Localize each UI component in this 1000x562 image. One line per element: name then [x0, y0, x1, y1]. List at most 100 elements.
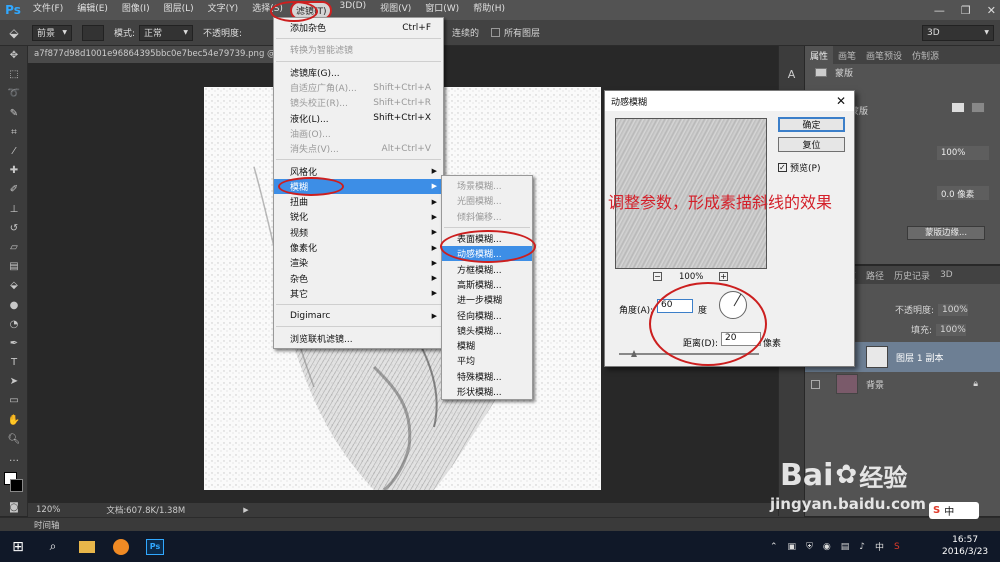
search-icon[interactable]: ⌕ — [36, 539, 70, 554]
blur-submenu-item[interactable]: 平均 — [442, 353, 532, 368]
tab-brush[interactable]: 画笔 — [833, 49, 861, 62]
windows-start-icon[interactable]: ⊞ — [0, 539, 36, 555]
clone-stamp-tool-icon[interactable]: ⊥ — [0, 200, 28, 219]
tray-app2-icon[interactable]: ◉ — [823, 542, 831, 552]
volume-icon[interactable]: ♪ — [859, 542, 865, 552]
tab-history[interactable]: 历史记录 — [889, 269, 935, 282]
blur-submenu-item[interactable]: 场景模糊... — [442, 178, 532, 193]
status-menu-arrow-icon[interactable]: ▶ — [243, 506, 248, 514]
filter-menu-item[interactable]: 自适应广角(A)... Shift+Ctrl+A — [274, 80, 443, 95]
tab-3d[interactable]: 3D — [935, 270, 958, 280]
vector-mask-icon[interactable] — [971, 102, 985, 113]
sogou-tray-icon[interactable]: S — [894, 542, 900, 552]
layer-visibility-icon[interactable] — [811, 379, 820, 389]
close-icon[interactable]: ✕ — [836, 94, 846, 108]
history-brush-tool-icon[interactable]: ↺ — [0, 219, 28, 238]
eraser-tool-icon[interactable]: ▱ — [0, 238, 28, 257]
ok-button[interactable]: 确定 — [778, 117, 845, 132]
layer-row[interactable]: 背景 🔒︎ — [805, 372, 1000, 396]
preview-checkbox[interactable]: ✓ — [778, 163, 787, 172]
type-tool-icon[interactable]: T — [0, 353, 28, 372]
quick-select-tool-icon[interactable]: ✎ — [0, 104, 28, 123]
feather-field[interactable]: 0.0 像素 — [937, 186, 989, 200]
pixel-mask-icon[interactable] — [951, 102, 965, 113]
blur-submenu-item[interactable]: 倾斜偏移... — [442, 209, 532, 224]
photoshop-taskbar-icon[interactable]: Ps — [138, 538, 172, 555]
network-icon[interactable]: ▤ — [841, 542, 850, 552]
blur-submenu-item[interactable]: 径向模糊... — [442, 307, 532, 322]
zoom-out-button[interactable]: − — [653, 272, 662, 281]
clock[interactable]: 16:57 2016/3/23 — [942, 534, 988, 558]
move-tool-icon[interactable]: ✥ — [0, 46, 28, 65]
mode-select[interactable]: 正常 ▼ — [139, 24, 194, 41]
filter-menu-item[interactable]: 视频 ▶ — [274, 225, 443, 240]
filter-menu-item[interactable]: 杂色 ▶ — [274, 271, 443, 286]
file-explorer-icon[interactable] — [70, 540, 104, 553]
menu-item[interactable]: 文字(Y) — [201, 1, 246, 20]
browser-icon[interactable] — [104, 538, 138, 555]
menu-item[interactable]: 图像(I) — [115, 1, 157, 20]
menu-item[interactable]: 图层(L) — [157, 1, 201, 20]
fill-source-select[interactable]: 前景 ▼ — [32, 24, 72, 41]
close-icon[interactable]: ✕ — [987, 4, 996, 17]
tab-brush-presets[interactable]: 画笔预设 — [861, 49, 907, 62]
lasso-tool-icon[interactable]: ➰ — [0, 84, 28, 103]
more-tools-icon[interactable]: … — [0, 449, 28, 468]
filter-menu-item[interactable]: 扭曲 ▶ — [274, 194, 443, 209]
shape-tool-icon[interactable]: ▭ — [0, 391, 28, 410]
layer-fill-field[interactable]: 100% — [936, 323, 967, 336]
filter-menu-item[interactable]: 消失点(V)... Alt+Ctrl+V — [274, 141, 443, 156]
paint-bucket-icon[interactable]: ⬙ — [0, 276, 28, 295]
background-color-swatch[interactable] — [10, 479, 23, 493]
tab-clone-source[interactable]: 仿制源 — [907, 49, 944, 62]
filter-menu-item[interactable]: 其它 ▶ — [274, 286, 443, 301]
ime-indicator[interactable]: 中 — [875, 540, 884, 553]
pattern-picker[interactable] — [82, 24, 104, 41]
density-field[interactable]: 100% — [937, 146, 989, 160]
blur-submenu-item[interactable]: 形状模糊... — [442, 384, 532, 399]
gradient-tool-icon[interactable]: ▤ — [0, 257, 28, 276]
filter-menu-item[interactable]: 油画(O)... — [274, 126, 443, 141]
menu-item[interactable]: 文件(F) — [26, 1, 70, 20]
blur-submenu-item[interactable]: 镜头模糊... — [442, 323, 532, 338]
document-tab[interactable]: a7f877d98d1001e96864395bbc0e7bec54e79739… — [28, 46, 278, 63]
zoom-tool-icon[interactable]: 🔍︎ — [0, 430, 28, 449]
reset-button[interactable]: 复位 — [778, 137, 845, 152]
character-panel-icon[interactable]: A — [779, 62, 804, 86]
all-layers-checkbox[interactable] — [491, 28, 501, 37]
healing-brush-tool-icon[interactable]: ✚ — [0, 161, 28, 180]
blur-submenu-item[interactable]: 模糊 — [442, 338, 532, 353]
blur-submenu-item[interactable]: 进一步模糊 — [442, 292, 532, 307]
marquee-tool-icon[interactable]: ⬚ — [0, 65, 28, 84]
filter-menu-item[interactable]: 渲染 ▶ — [274, 255, 443, 270]
filter-menu-item[interactable]: 转换为智能滤镜 — [274, 42, 443, 57]
zoom-level[interactable]: 120% — [36, 505, 60, 515]
filter-menu-item[interactable]: 滤镜库(G)... — [274, 65, 443, 80]
hand-tool-icon[interactable]: ✋ — [0, 411, 28, 430]
eyedropper-tool-icon[interactable]: ⁄ — [0, 142, 28, 161]
dodge-tool-icon[interactable]: ◔ — [0, 315, 28, 334]
filter-menu-item[interactable]: 像素化 ▶ — [274, 240, 443, 255]
blur-tool-icon[interactable]: ● — [0, 295, 28, 314]
filter-menu-item[interactable]: 添加杂色 Ctrl+F — [274, 20, 443, 35]
mask-edge-button[interactable]: 蒙版边缘... — [907, 226, 985, 240]
filter-menu-item[interactable]: 液化(L)... Shift+Ctrl+X — [274, 111, 443, 126]
layer-opacity-field[interactable]: 100% — [938, 303, 969, 316]
blur-submenu-item[interactable]: 光圈模糊... — [442, 193, 532, 208]
tray-expand-icon[interactable]: ⌃ — [770, 542, 778, 552]
tab-paths[interactable]: 路径 — [861, 269, 889, 282]
filter-menu-item[interactable]: 浏览联机滤镜... — [274, 330, 443, 345]
blur-submenu-item[interactable]: 特殊模糊... — [442, 369, 532, 384]
restore-icon[interactable]: ❐ — [961, 4, 971, 17]
brush-tool-icon[interactable]: ✐ — [0, 180, 28, 199]
security-icon[interactable]: ⛨ — [806, 542, 813, 552]
filter-menu-item[interactable]: 镜头校正(R)... Shift+Ctrl+R — [274, 95, 443, 110]
minimize-icon[interactable]: — — [934, 4, 945, 17]
menu-item[interactable]: 帮助(H) — [466, 1, 512, 20]
zoom-in-button[interactable]: + — [719, 272, 728, 281]
paint-bucket-tool-icon[interactable]: ⬙ — [0, 26, 28, 40]
blur-submenu-item[interactable]: 高斯模糊... — [442, 277, 532, 292]
workspace-select[interactable]: 3D ▼ — [922, 24, 994, 41]
path-select-tool-icon[interactable]: ➤ — [0, 372, 28, 391]
crop-tool-icon[interactable]: ⌗ — [0, 123, 28, 142]
